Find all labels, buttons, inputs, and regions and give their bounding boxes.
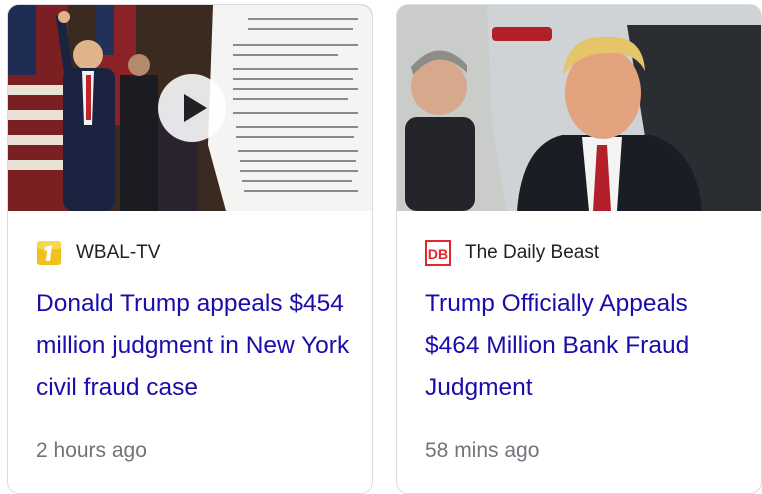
news-card[interactable]: WBAL-TV Donald Trump appeals $454 millio…	[7, 4, 373, 494]
headline-link[interactable]: Trump Officially Appeals $464 Million Ba…	[425, 283, 745, 409]
source-name: The Daily Beast	[465, 242, 600, 263]
news-thumbnail[interactable]	[397, 5, 761, 211]
news-source: WBAL-TV	[36, 239, 160, 267]
play-icon[interactable]	[157, 73, 227, 143]
news-source: DB The Daily Beast	[425, 239, 599, 267]
daily-beast-logo-icon: DB	[425, 240, 451, 266]
timestamp: 58 mins ago	[425, 439, 540, 462]
news-card[interactable]: DB The Daily Beast Trump Officially Appe…	[396, 4, 762, 494]
headline-link[interactable]: Donald Trump appeals $454 million judgme…	[36, 283, 356, 409]
svg-text:DB: DB	[428, 246, 448, 262]
timestamp: 2 hours ago	[36, 439, 147, 462]
wbal-tv-logo-icon	[36, 240, 62, 266]
source-name: WBAL-TV	[76, 242, 161, 263]
thumbnail-image	[397, 5, 761, 211]
news-thumbnail-video[interactable]	[8, 5, 372, 211]
